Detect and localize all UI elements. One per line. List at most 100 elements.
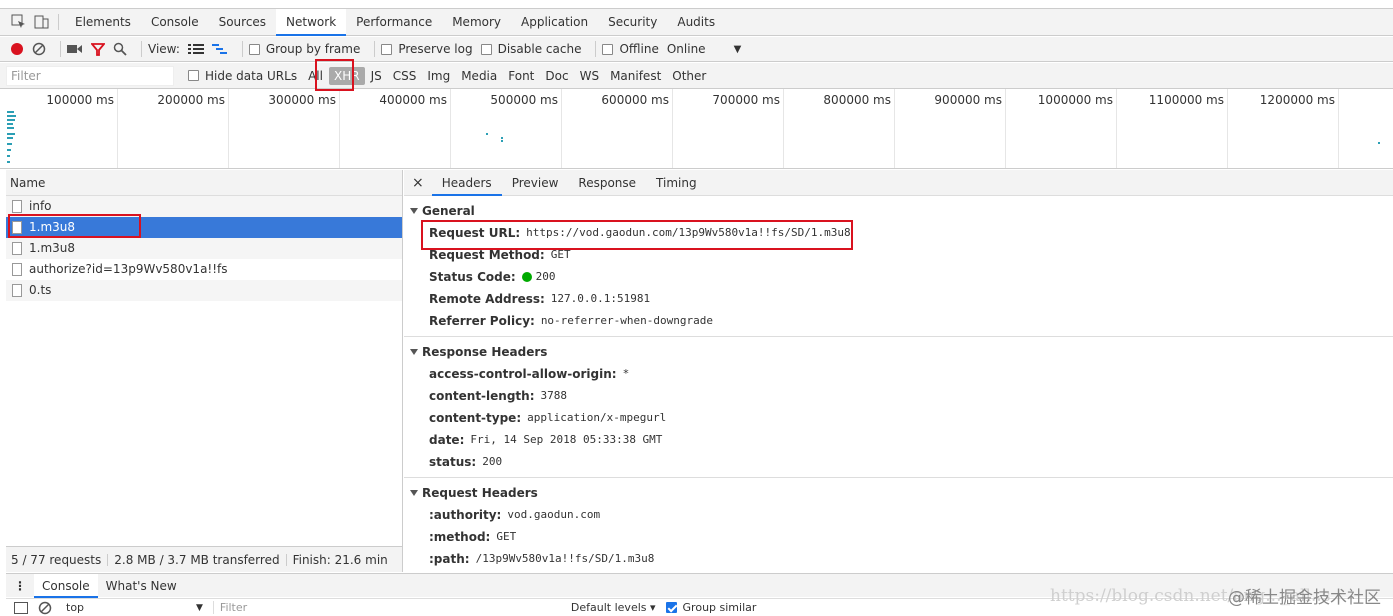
section-title: General (422, 204, 475, 218)
filter-input[interactable]: Filter (6, 65, 174, 86)
preserve-log-checkbox[interactable]: Preserve log (381, 42, 473, 56)
filter-type-js[interactable]: JS (366, 67, 387, 85)
request-row[interactable]: 1.m3u8 (6, 217, 402, 238)
transferred-size: 2.8 MB / 3.7 MB transferred (114, 552, 280, 567)
timeline-request-mark (7, 143, 12, 145)
record-button[interactable] (10, 42, 24, 56)
header-value: GET (496, 530, 517, 543)
devtools-tabbar: Elements Console Sources Network Performance… (0, 8, 1393, 36)
divider (595, 41, 597, 57)
filter-type-other[interactable]: Other (667, 67, 711, 85)
timeline-request-mark (7, 133, 15, 135)
file-icon (12, 200, 22, 213)
divider (141, 41, 142, 57)
divider (60, 41, 61, 57)
log-levels-select[interactable]: Default levels ▾ (571, 601, 656, 614)
tab-audits[interactable]: Audits (667, 9, 725, 36)
header-key: Request Method: (429, 248, 545, 262)
file-icon (12, 242, 22, 255)
header-key: :authority: (429, 508, 502, 522)
timeline-tick-label: 400000 ms (379, 93, 447, 107)
filter-type-css[interactable]: CSS (388, 67, 422, 85)
header-key: status: (429, 455, 477, 469)
request-row[interactable]: authorize?id=13p9Wv580v1a!!fs (6, 259, 402, 280)
header-key: access-control-allow-origin: (429, 367, 617, 381)
sidebar-toggle-icon[interactable] (14, 601, 28, 614)
screenshot-button[interactable] (67, 43, 83, 55)
filter-type-font[interactable]: Font (503, 67, 539, 85)
section-header[interactable]: Request Headers (404, 482, 1393, 504)
tab-memory[interactable]: Memory (442, 9, 511, 36)
clear-button[interactable] (32, 42, 46, 56)
network-summary: 5 / 77 requests 2.8 MB / 3.7 MB transfer… (6, 546, 402, 572)
tab-network[interactable]: Network (276, 8, 347, 36)
throttling-select[interactable]: Online ▼ (667, 42, 741, 56)
search-button[interactable] (113, 42, 127, 56)
name-column-header[interactable]: Name (6, 170, 402, 196)
tab-application[interactable]: Application (511, 9, 598, 36)
header-key: Remote Address: (429, 292, 545, 306)
collapse-triangle-icon (410, 208, 418, 214)
watermark: @稀土掘金技术社区 (1228, 588, 1381, 608)
detail-tab-headers[interactable]: Headers (431, 170, 502, 196)
header-row: Status Code: 200 (404, 266, 1393, 288)
header-row: Request URL: https://vod.gaodun.com/13p9W… (404, 222, 1393, 244)
overview-button[interactable] (211, 43, 228, 55)
filter-type-ws[interactable]: WS (575, 67, 604, 85)
filter-type-img[interactable]: Img (422, 67, 455, 85)
timeline-request-mark (7, 127, 14, 129)
drawer-tab-what-s-new[interactable]: What's New (98, 574, 185, 598)
detail-tab-preview[interactable]: Preview (502, 170, 569, 196)
header-value: * (622, 367, 630, 380)
request-name: 1.m3u8 (29, 241, 76, 255)
section-header[interactable]: General (404, 200, 1393, 222)
context-select[interactable]: top (66, 601, 196, 614)
filter-type-xhr[interactable]: XHR (328, 66, 365, 85)
header-value: 127.0.0.1:51981 (550, 292, 651, 305)
tab-elements[interactable]: Elements (65, 9, 141, 36)
filter-bar: Filter Hide data URLs All XHR JS CSS Img Medi… (0, 63, 1393, 89)
request-row[interactable]: 0.ts (6, 280, 402, 301)
offline-checkbox[interactable]: Offline (602, 42, 659, 56)
large-rows-button[interactable] (187, 43, 204, 55)
request-row[interactable]: info (6, 196, 402, 217)
device-toolbar-icon[interactable] (30, 9, 52, 35)
file-icon (12, 221, 22, 234)
console-filter-input[interactable]: Filter (212, 601, 563, 614)
filter-type-manifest[interactable]: Manifest (605, 67, 666, 85)
detail-tab-timing[interactable]: Timing (646, 170, 707, 196)
tab-console[interactable]: Console (141, 9, 209, 36)
drawer-tab-console[interactable]: Console (34, 573, 98, 598)
request-row[interactable]: 1.m3u8 (6, 238, 402, 259)
list-view-icon (187, 44, 204, 54)
header-row: :authority: vod.gaodun.com (404, 504, 1393, 526)
section-header[interactable]: Response Headers (404, 341, 1393, 363)
group-by-frame-checkbox[interactable]: Group by frame (248, 42, 360, 56)
header-value: 3788 (540, 389, 568, 402)
header-row: content-length: 3788 (404, 385, 1393, 407)
section-request-headers: Request Headers:authority: vod.gaodun.com… (404, 478, 1393, 572)
timeline-tick-label: 300000 ms (268, 93, 336, 107)
timeline-overview[interactable]: 100000 ms 200000 ms 300000 ms 400000 ms 5000… (0, 89, 1393, 169)
header-key: content-type: (429, 411, 522, 425)
header-value: application/x-mpegurl (527, 411, 667, 424)
detail-tab-response[interactable]: Response (568, 170, 646, 196)
filter-type-all[interactable]: All (303, 67, 328, 85)
tab-performance[interactable]: Performance (346, 9, 442, 36)
inspect-element-icon[interactable] (8, 9, 30, 35)
request-name: info (29, 199, 52, 213)
tab-security[interactable]: Security (598, 9, 667, 36)
tab-sources[interactable]: Sources (209, 9, 276, 36)
close-icon[interactable]: × (404, 175, 432, 191)
clear-console-icon[interactable] (38, 601, 52, 615)
filter-type-doc[interactable]: Doc (540, 67, 573, 85)
filter-type-media[interactable]: Media (456, 67, 502, 85)
drawer-menu-icon[interactable]: ⋮ (6, 579, 34, 593)
timeline-request-mark (7, 111, 14, 113)
header-key: Request URL: (429, 226, 521, 240)
hide-data-urls-checkbox[interactable]: Hide data URLs (188, 69, 297, 83)
filter-toggle-button[interactable] (91, 42, 105, 56)
group-similar-checkbox[interactable] (665, 602, 677, 613)
header-row: :method: GET (404, 526, 1393, 548)
disable-cache-checkbox[interactable]: Disable cache (480, 42, 581, 56)
